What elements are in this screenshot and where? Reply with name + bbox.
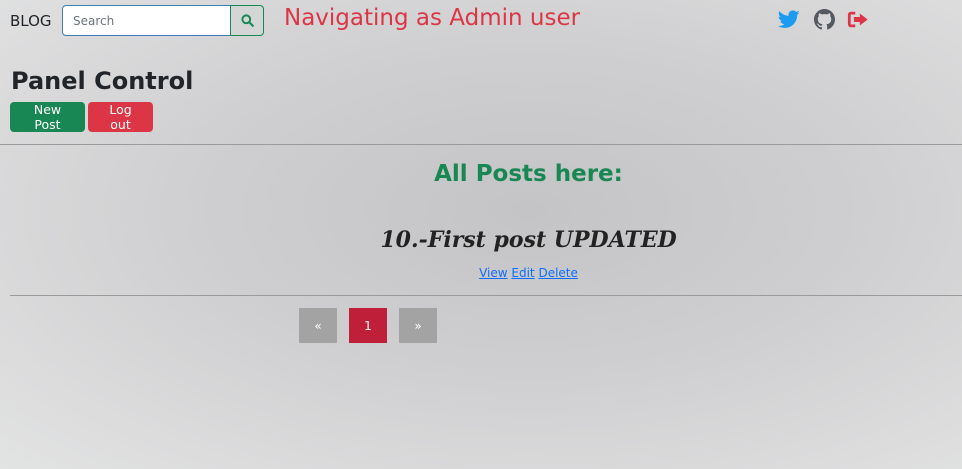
new-post-button[interactable]: New Post — [10, 102, 85, 132]
logout-link[interactable] — [847, 8, 869, 30]
search-input[interactable] — [62, 5, 231, 36]
search-icon — [240, 14, 254, 27]
logout-icon — [847, 11, 868, 27]
admin-status-heading: Navigating as Admin user — [284, 5, 581, 31]
page-1-button[interactable]: 1 — [349, 308, 387, 343]
view-post-link[interactable]: View — [479, 266, 507, 280]
logout-button[interactable]: Log out — [88, 102, 153, 132]
delete-post-link[interactable]: Delete — [538, 266, 577, 280]
github-icon — [813, 8, 835, 29]
edit-post-link[interactable]: Edit — [511, 266, 534, 280]
next-page-button[interactable]: » — [399, 308, 437, 343]
posts-heading: All Posts here: — [434, 161, 623, 187]
post-title: 10.-First post UPDATED — [380, 227, 677, 253]
navbar: BLOG Navigating as Admin user — [0, 0, 962, 42]
divider — [10, 295, 962, 296]
github-link[interactable] — [813, 8, 835, 30]
post-actions: View Edit Delete — [0, 266, 962, 280]
previous-page-button[interactable]: « — [299, 308, 337, 343]
page-title: Panel Control — [11, 67, 194, 95]
twitter-link[interactable] — [778, 8, 800, 30]
brand-link[interactable]: BLOG — [10, 12, 52, 30]
twitter-icon — [778, 9, 800, 28]
search-button[interactable] — [230, 5, 264, 36]
divider — [0, 144, 962, 145]
